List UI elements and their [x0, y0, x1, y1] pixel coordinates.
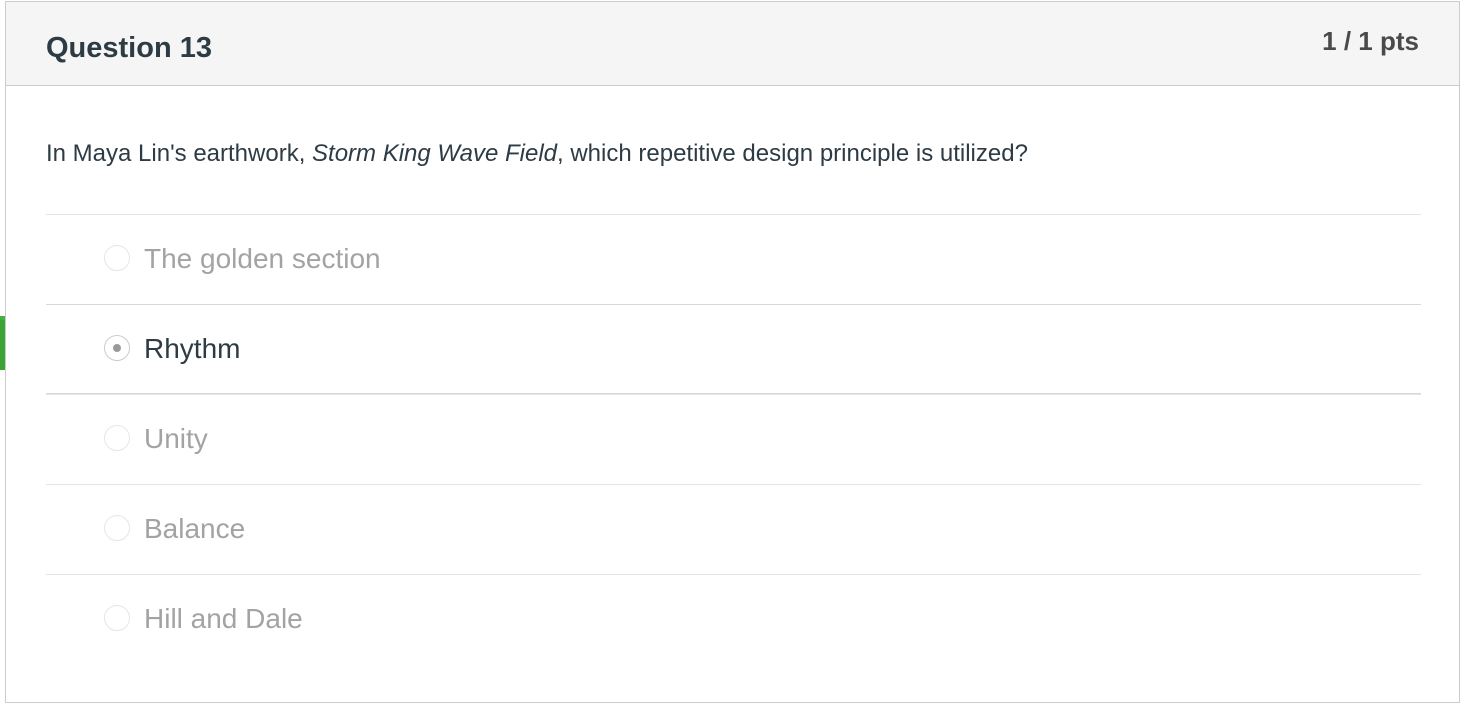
radio-button[interactable] — [104, 515, 130, 541]
radio-button[interactable] — [104, 605, 130, 631]
answer-option-hill-and-dale[interactable]: Hill and Dale — [46, 574, 1421, 664]
answer-label: Hill and Dale — [144, 603, 303, 634]
question-points: 1 / 1 pts — [1322, 26, 1419, 56]
radio-button[interactable] — [104, 425, 130, 451]
answer-list: The golden section Rhythm Unity Balance … — [46, 214, 1421, 664]
answer-option-balance[interactable]: Balance — [46, 484, 1421, 574]
answer-label: The golden section — [144, 243, 381, 274]
radio-button[interactable] — [104, 245, 130, 271]
radio-button-selected[interactable] — [104, 335, 130, 361]
question-header: Question 13 1 / 1 pts — [6, 2, 1459, 86]
radio-dot — [113, 344, 121, 352]
answer-label: Unity — [144, 423, 208, 454]
question-text-before: In Maya Lin's earthwork, — [46, 140, 313, 167]
answer-option-golden-section[interactable]: The golden section — [46, 214, 1421, 304]
question-text-after: , which repetitive design principle is u… — [557, 140, 1028, 167]
answer-option-rhythm[interactable]: Rhythm — [46, 304, 1421, 394]
answer-label: Rhythm — [144, 333, 241, 364]
question-card: Question 13 1 / 1 pts In Maya Lin's eart… — [5, 1, 1460, 703]
answer-option-unity[interactable]: Unity — [46, 394, 1421, 484]
artwork-title: Storm King Wave Field — [312, 140, 558, 167]
question-text: In Maya Lin's earthwork, Storm King Wave… — [46, 140, 1028, 168]
answer-label: Balance — [144, 513, 246, 544]
question-title: Question 13 — [46, 32, 212, 64]
